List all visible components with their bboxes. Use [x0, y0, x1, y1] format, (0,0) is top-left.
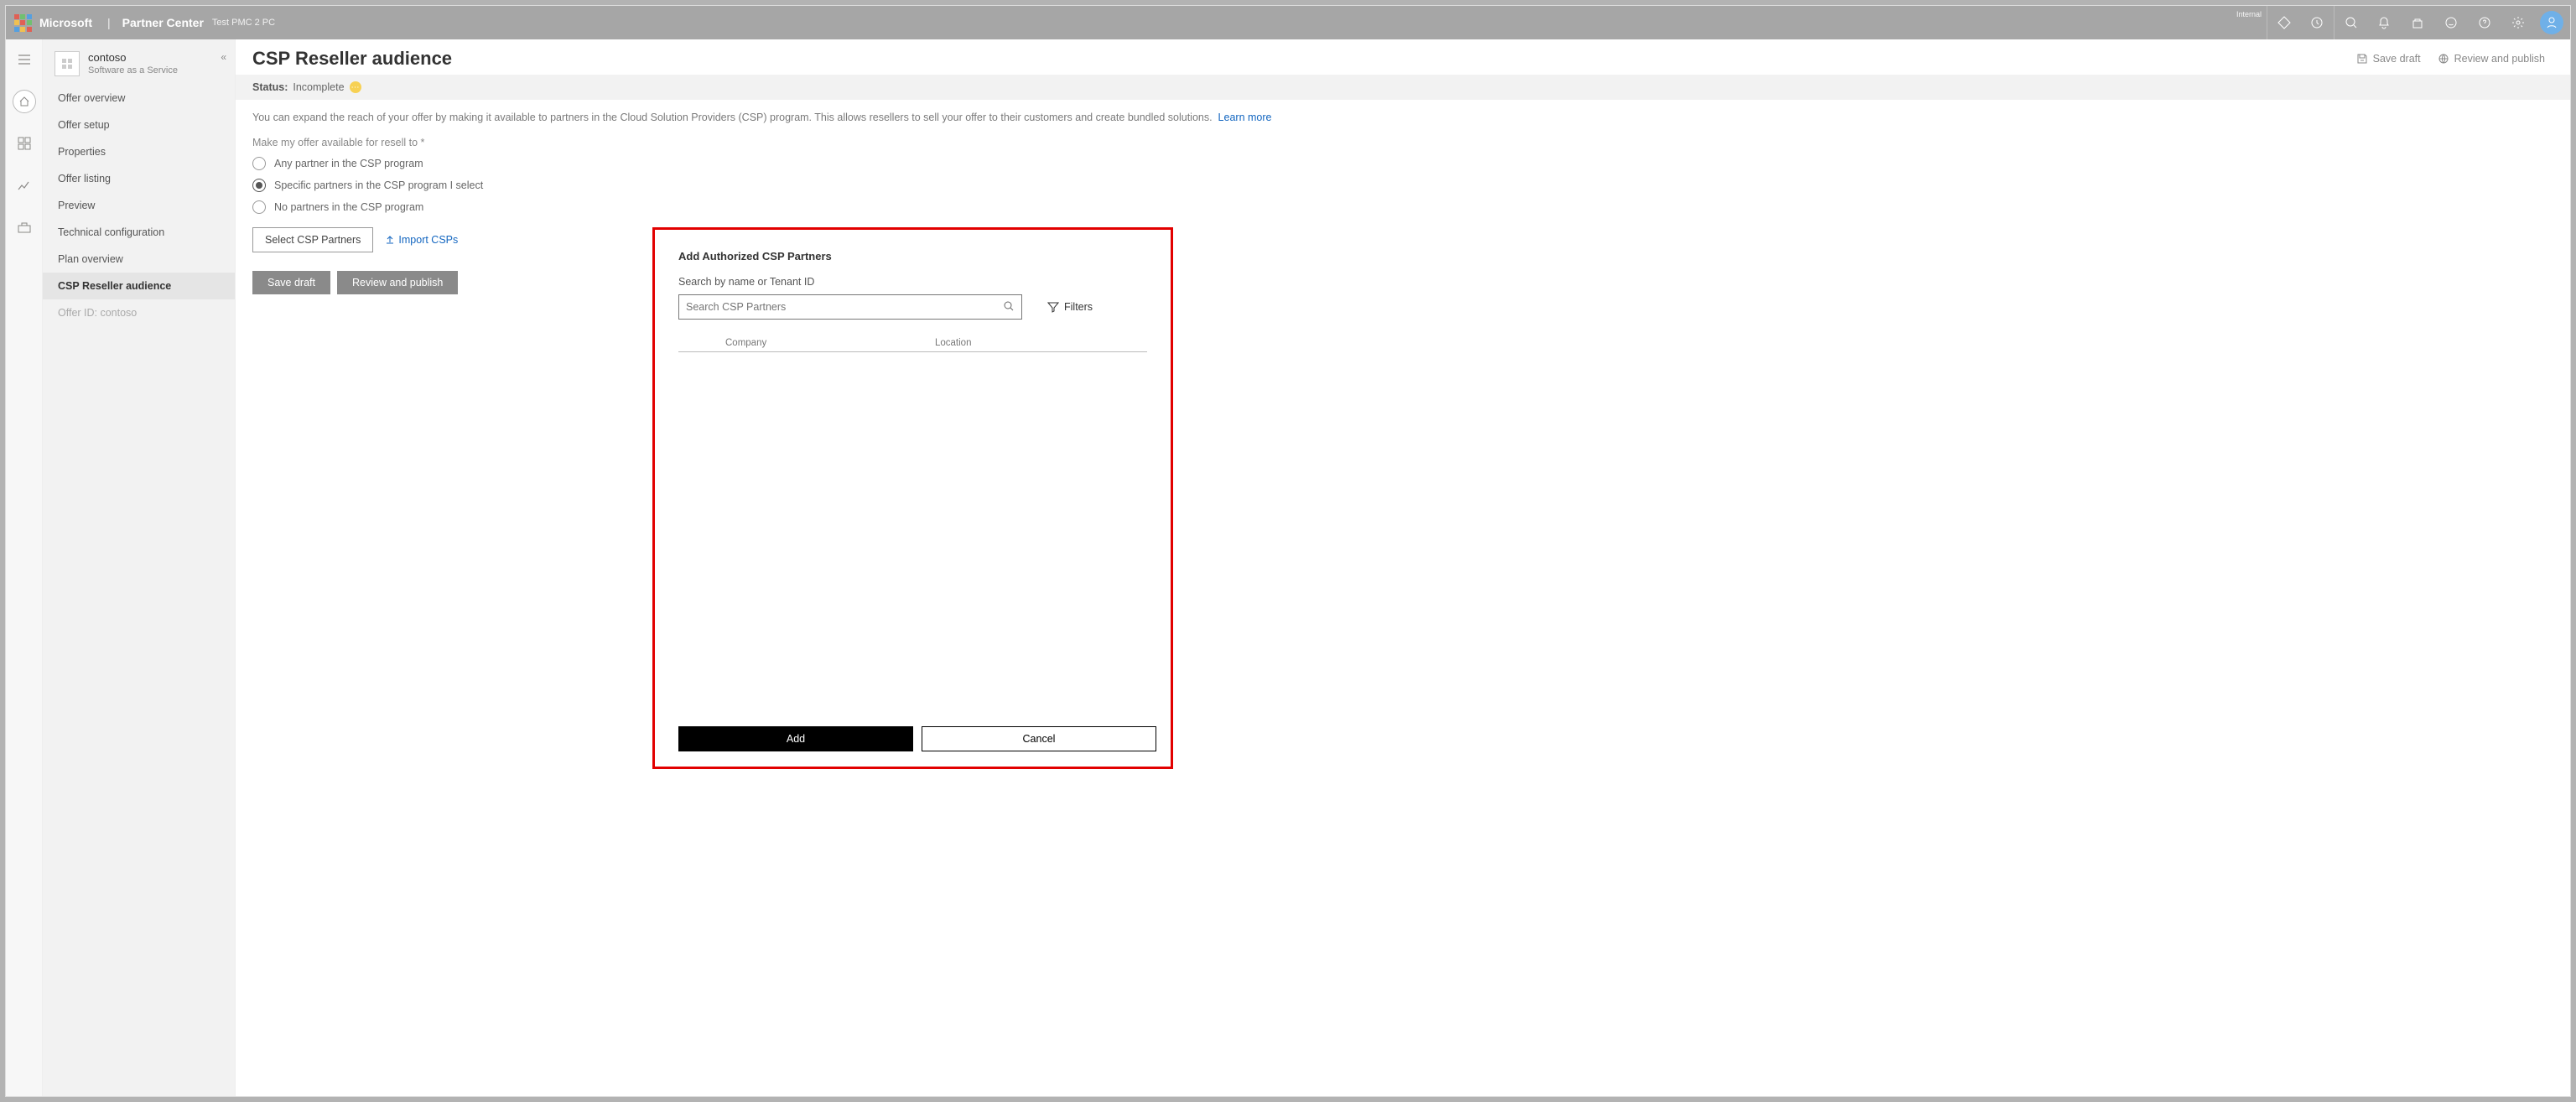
bell-icon[interactable]	[2367, 6, 2401, 39]
column-company: Company	[725, 338, 935, 348]
radio-any-label: Any partner in the CSP program	[274, 158, 423, 169]
global-topbar: Microsoft | Partner Center Test PMC 2 PC…	[6, 6, 2570, 39]
filters-button[interactable]: Filters	[1047, 301, 1093, 313]
nav-technical-configuration[interactable]: Technical configuration	[43, 219, 235, 246]
status-label: Status:	[252, 81, 288, 93]
offer-sidebar: contoso Software as a Service « Offer ov…	[43, 39, 236, 1096]
waffle-icon	[14, 14, 32, 32]
column-location: Location	[935, 338, 971, 348]
nav-properties[interactable]: Properties	[43, 138, 235, 165]
resell-radio-group: Any partner in the CSP program Specific …	[252, 157, 2553, 214]
filter-icon	[1047, 301, 1059, 313]
radio-circle-icon	[252, 157, 266, 170]
diamond-icon[interactable]	[2267, 6, 2300, 39]
search-icon[interactable]	[2334, 6, 2367, 39]
nav-offer-id: Offer ID: contoso	[43, 299, 235, 326]
review-publish-button[interactable]: Review and publish	[337, 271, 458, 294]
csp-search-box[interactable]	[678, 294, 1022, 320]
publish-icon	[2438, 53, 2449, 65]
nav-plan-overview[interactable]: Plan overview	[43, 246, 235, 273]
resell-field-label: Make my offer available for resell to *	[252, 137, 2553, 148]
brand-label: Microsoft	[39, 16, 104, 29]
radio-specific-label: Specific partners in the CSP program I s…	[274, 179, 483, 191]
status-value: Incomplete	[293, 81, 344, 93]
learn-more-link[interactable]: Learn more	[1218, 112, 1272, 123]
collapse-sidebar-icon[interactable]: «	[221, 51, 226, 63]
offer-name: contoso	[88, 51, 178, 64]
content-header: CSP Reseller audience Save draft Review …	[236, 39, 2570, 75]
add-csp-partners-dialog: Add Authorized CSP Partners Search by na…	[655, 230, 1171, 767]
dialog-table-header: Company Location	[678, 335, 1147, 352]
rail-toolbox-icon[interactable]	[13, 216, 36, 239]
help-icon[interactable]	[2468, 6, 2501, 39]
filters-label: Filters	[1064, 301, 1093, 313]
upload-icon	[385, 235, 395, 245]
settings-icon[interactable]	[2501, 6, 2535, 39]
status-bar: Status: Incomplete ⋯	[236, 75, 2570, 100]
dialog-results	[678, 352, 1147, 720]
header-review-publish-button[interactable]: Review and publish	[2429, 48, 2553, 70]
internal-tag: Internal	[2236, 10, 2262, 18]
store-icon[interactable]	[2401, 6, 2434, 39]
environment-label: Test PMC 2 PC	[212, 18, 275, 28]
import-csps-link[interactable]: Import CSPs	[385, 234, 458, 246]
nav-list: Offer overview Offer setup Properties Of…	[43, 85, 235, 326]
nav-offer-setup[interactable]: Offer setup	[43, 112, 235, 138]
user-avatar[interactable]	[2540, 11, 2563, 34]
clock-icon[interactable]	[2300, 6, 2334, 39]
product-label: Partner Center	[122, 16, 204, 29]
waffle-button[interactable]	[6, 6, 39, 39]
radio-circle-icon	[252, 200, 266, 214]
dialog-add-button[interactable]: Add	[678, 726, 913, 751]
offer-header: contoso Software as a Service «	[43, 39, 235, 85]
radio-no-partners[interactable]: No partners in the CSP program	[252, 200, 2553, 214]
rail-home-icon[interactable]	[13, 90, 36, 113]
dialog-cancel-button[interactable]: Cancel	[922, 726, 1156, 751]
divider: |	[104, 16, 114, 29]
select-csp-partners-button[interactable]: Select CSP Partners	[252, 227, 373, 252]
rail-menu-icon[interactable]	[13, 48, 36, 71]
header-save-draft-button[interactable]: Save draft	[2348, 48, 2429, 70]
main-content: CSP Reseller audience Save draft Review …	[236, 39, 2570, 1096]
offer-subtitle: Software as a Service	[88, 65, 178, 75]
radio-none-label: No partners in the CSP program	[274, 201, 423, 213]
icon-rail	[6, 39, 43, 1096]
save-draft-button[interactable]: Save draft	[252, 271, 330, 294]
radio-circle-icon	[252, 179, 266, 192]
nav-offer-listing[interactable]: Offer listing	[43, 165, 235, 192]
search-icon	[1003, 300, 1015, 314]
rail-dashboard-icon[interactable]	[13, 132, 36, 155]
radio-specific-partners[interactable]: Specific partners in the CSP program I s…	[252, 179, 2553, 192]
page-title: CSP Reseller audience	[252, 48, 452, 70]
offer-type-icon	[55, 51, 80, 76]
nav-csp-reseller-audience[interactable]: CSP Reseller audience	[43, 273, 235, 299]
feedback-icon[interactable]	[2434, 6, 2468, 39]
import-csps-label: Import CSPs	[398, 234, 458, 246]
help-text: You can expand the reach of your offer b…	[252, 112, 2553, 123]
nav-offer-overview[interactable]: Offer overview	[43, 85, 235, 112]
header-review-publish-label: Review and publish	[2454, 53, 2545, 65]
radio-any-partner[interactable]: Any partner in the CSP program	[252, 157, 2553, 170]
dialog-subtitle: Search by name or Tenant ID	[678, 276, 1147, 288]
save-icon	[2356, 53, 2368, 65]
csp-search-input[interactable]	[686, 301, 1003, 313]
rail-analytics-icon[interactable]	[13, 174, 36, 197]
nav-preview[interactable]: Preview	[43, 192, 235, 219]
dialog-title: Add Authorized CSP Partners	[678, 250, 1147, 263]
status-incomplete-icon: ⋯	[350, 81, 361, 93]
header-save-draft-label: Save draft	[2373, 53, 2421, 65]
